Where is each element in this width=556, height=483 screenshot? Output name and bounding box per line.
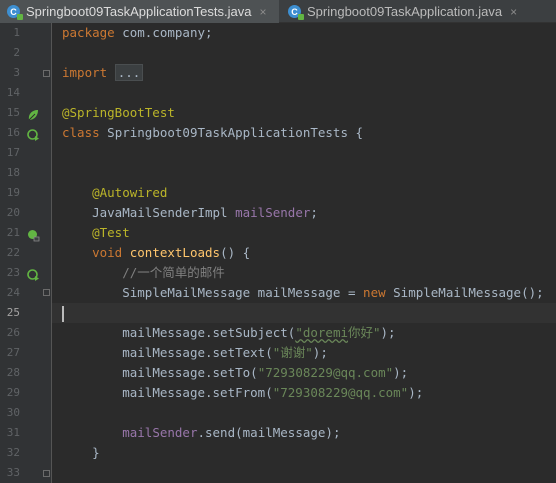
- keyword: import: [62, 65, 108, 80]
- code-line-23: //一个简单的邮件: [62, 263, 225, 283]
- line-number-current: 25: [6, 306, 20, 319]
- line-number: 33: [6, 466, 20, 479]
- keyword: class: [62, 125, 100, 140]
- spring-bean-icon[interactable]: [27, 109, 40, 122]
- code-text: () {: [220, 245, 251, 260]
- line-number: 24: [6, 286, 20, 299]
- code-line-1: package com.company;: [62, 23, 213, 43]
- run-test-icon[interactable]: [27, 129, 40, 142]
- tab-springboot09-task-application-tests[interactable]: C Springboot09TaskApplicationTests.java …: [0, 0, 279, 23]
- code-text: );: [393, 365, 409, 380]
- code-line-3: import ...: [62, 63, 144, 83]
- keyword: package: [62, 25, 115, 40]
- code-text: mailMessage.setText(: [122, 345, 273, 360]
- code-text: mailMessage.setSubject(: [122, 325, 296, 340]
- code-line-29: mailMessage.setFrom("729308229@qq.com");: [62, 383, 423, 403]
- code-line-22: void contextLoads() {: [62, 243, 250, 263]
- code-line-27: mailMessage.setText("谢谢");: [62, 343, 328, 363]
- string-literal: "doremi: [295, 325, 348, 340]
- code-text: mailMessage.setTo(: [122, 365, 258, 380]
- close-icon[interactable]: ×: [259, 5, 266, 19]
- line-number: 31: [6, 426, 20, 439]
- line-number: 28: [6, 366, 20, 379]
- text-caret: [62, 305, 64, 322]
- string-literal: "谢谢": [272, 345, 313, 360]
- line-number: 3: [13, 66, 20, 79]
- code-text: com.company;: [114, 25, 213, 40]
- field-name: mailSender: [235, 205, 311, 220]
- field-name: mailSender: [122, 425, 198, 440]
- keyword: new: [363, 285, 386, 300]
- line-number: 15: [6, 106, 20, 119]
- code-text: );: [408, 385, 424, 400]
- line-number: 30: [6, 406, 20, 419]
- line-number: 26: [6, 326, 20, 339]
- line-number: 18: [6, 166, 20, 179]
- annotation: @SpringBootTest: [62, 105, 175, 120]
- line-number: 19: [6, 186, 20, 199]
- line-number: 22: [6, 246, 20, 259]
- line-number: 16: [6, 126, 20, 139]
- string-literal: "729308229@qq.com": [272, 385, 409, 400]
- annotation: @Autowired: [92, 185, 168, 200]
- code-line-21: @Test: [62, 223, 130, 243]
- line-number: 27: [6, 346, 20, 359]
- line-number: 23: [6, 266, 20, 279]
- line-number: 2: [13, 46, 20, 59]
- code-editor[interactable]: package com.company; import ... @SpringB…: [52, 23, 556, 483]
- method-name: contextLoads: [129, 245, 221, 260]
- fold-marker-icon[interactable]: [43, 289, 50, 296]
- code-line-16: class Springboot09TaskApplicationTests {: [62, 123, 363, 143]
- code-text: );: [380, 325, 396, 340]
- line-number: 21: [6, 226, 20, 239]
- tab-springboot09-task-application[interactable]: C Springboot09TaskApplication.java ×: [281, 0, 556, 23]
- keyword: void: [92, 245, 123, 260]
- close-icon[interactable]: ×: [510, 5, 517, 19]
- java-class-icon: C: [7, 5, 23, 20]
- editor-tab-bar: C Springboot09TaskApplicationTests.java …: [0, 0, 556, 23]
- current-line-highlight: [52, 303, 556, 323]
- code-line-25: [62, 303, 64, 323]
- line-number: 1: [13, 26, 20, 39]
- code-line-31: mailSender.send(mailMessage);: [62, 423, 340, 443]
- java-class-icon: C: [288, 5, 304, 20]
- code-line-26: mailMessage.setSubject("doremi你好");: [62, 323, 396, 343]
- code-line-19: @Autowired: [62, 183, 167, 203]
- string-literal: "729308229@qq.com": [257, 365, 394, 380]
- tab-label: Springboot09TaskApplicationTests.java: [26, 4, 252, 19]
- line-number: 32: [6, 446, 20, 459]
- type-name: JavaMailSenderImpl: [92, 205, 228, 220]
- code-line-24: SimpleMailMessage mailMessage = new Simp…: [62, 283, 544, 303]
- code-text: );: [312, 345, 328, 360]
- code-line-32: }: [62, 443, 100, 463]
- folded-imports[interactable]: ...: [114, 64, 144, 81]
- code-line-15: @SpringBootTest: [62, 103, 175, 123]
- code-line-28: mailMessage.setTo("729308229@qq.com");: [62, 363, 408, 383]
- code-text: SimpleMailMessage mailMessage =: [122, 285, 364, 300]
- fold-marker-icon[interactable]: [43, 470, 50, 477]
- fold-marker-icon[interactable]: [43, 70, 50, 77]
- line-number: 17: [6, 146, 20, 159]
- editor-gutter[interactable]: 1 2 3 14 15 16 17 18 19 20 21 22 23 24 2…: [0, 23, 52, 483]
- code-text: ;: [310, 205, 318, 220]
- line-number: 20: [6, 206, 20, 219]
- annotation: @Test: [92, 225, 130, 240]
- line-number: 29: [6, 386, 20, 399]
- code-line-20: JavaMailSenderImpl mailSender;: [62, 203, 318, 223]
- code-text: .send(mailMessage);: [197, 425, 341, 440]
- line-number: 14: [6, 86, 20, 99]
- comment: //一个简单的邮件: [122, 265, 225, 280]
- closing-brace: }: [92, 445, 100, 460]
- code-text: mailMessage.setFrom(: [122, 385, 273, 400]
- string-literal: 你好": [348, 325, 381, 340]
- tab-label: Springboot09TaskApplication.java: [307, 4, 503, 19]
- autowired-bean-icon[interactable]: [27, 229, 40, 242]
- run-test-icon[interactable]: [27, 269, 40, 282]
- code-text: SimpleMailMessage();: [385, 285, 544, 300]
- code-text: Springboot09TaskApplicationTests {: [99, 125, 364, 140]
